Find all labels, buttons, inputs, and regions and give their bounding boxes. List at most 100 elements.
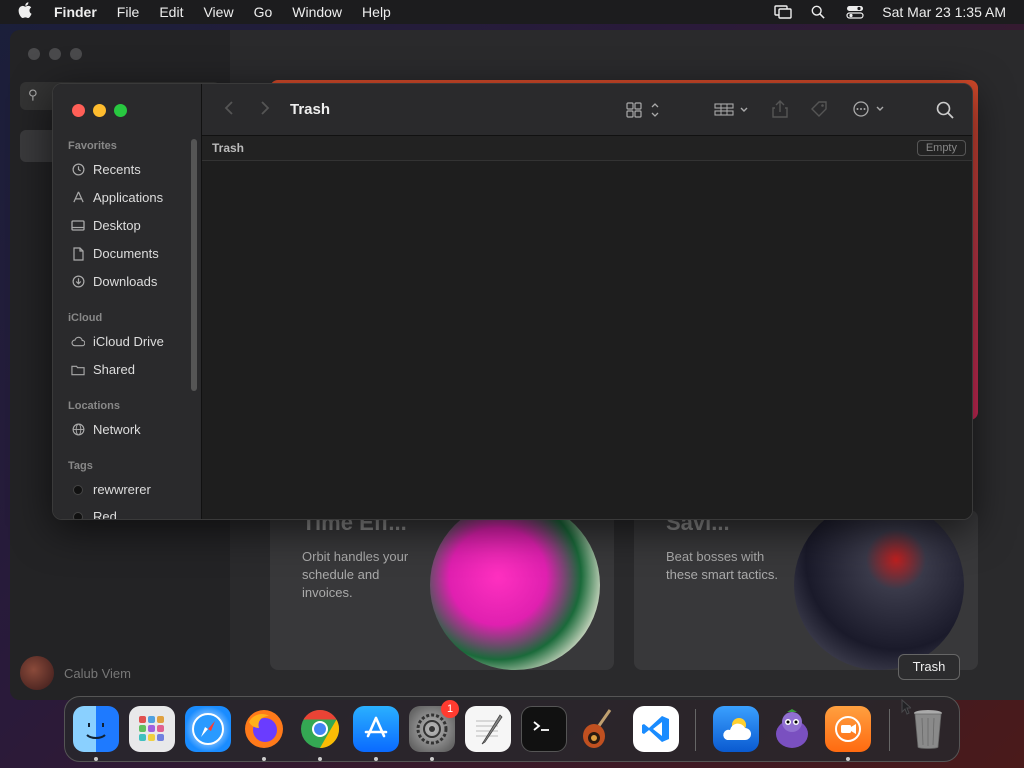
dock-separator	[695, 709, 696, 751]
group-icon	[714, 103, 748, 116]
user-name: Calub Viem	[64, 665, 131, 681]
sidebar-item-label: Recents	[93, 162, 141, 177]
zoom-button[interactable]	[114, 104, 127, 117]
sidebar-item-tag-red[interactable]: Red	[71, 509, 117, 519]
chevron-left-icon	[224, 101, 233, 115]
featured-card-2[interactable]: Savi... Beat bosses with these smart tac…	[634, 510, 978, 670]
sidebar-item-desktop[interactable]: Desktop	[71, 218, 141, 233]
sidebar-item-label: iCloud Drive	[93, 334, 164, 349]
app-store-icon[interactable]	[353, 706, 399, 752]
sidebar-item-documents[interactable]: Documents	[71, 246, 159, 261]
finder-sidebar: Favorites Recents Applications Desktop D…	[53, 84, 202, 519]
empty-trash-button[interactable]: Empty	[916, 140, 966, 156]
finder-toolbar: Trash	[202, 84, 972, 136]
spotlight-search-icon[interactable]	[810, 5, 828, 19]
trash-icon[interactable]	[905, 706, 951, 752]
search-icon	[936, 101, 954, 119]
running-indicator	[262, 757, 266, 761]
card-description: Orbit handles your schedule and invoices…	[302, 549, 409, 600]
notification-badge: 1	[441, 700, 459, 718]
sidebar-scrollbar[interactable]	[191, 139, 197, 391]
search-button[interactable]	[936, 101, 954, 124]
share-button[interactable]	[772, 100, 788, 123]
group-button[interactable]	[714, 102, 750, 123]
applications-icon	[71, 191, 85, 205]
sidebar-item-tag-rewwrerer[interactable]: rewwrerer	[71, 482, 151, 497]
sidebar-item-label: Desktop	[93, 218, 141, 233]
tag-button[interactable]	[810, 100, 828, 123]
desktop-icon	[71, 219, 85, 233]
shared-folder-icon	[71, 363, 85, 377]
sidebar-item-shared[interactable]: Shared	[71, 362, 135, 377]
chevron-right-icon	[261, 101, 270, 115]
game-character-icon[interactable]	[769, 706, 815, 752]
weather-icon[interactable]	[713, 706, 759, 752]
garageband-icon[interactable]	[577, 706, 623, 752]
menu-edit[interactable]: Edit	[159, 4, 183, 20]
menu-go[interactable]: Go	[254, 4, 273, 20]
sidebar-item-applications[interactable]: Applications	[71, 190, 163, 205]
minimize-button[interactable]	[93, 104, 106, 117]
chrome-icon[interactable]	[297, 706, 343, 752]
section-tags: Tags	[68, 460, 93, 472]
dock: 1	[64, 696, 960, 762]
sidebar-item-icloud-drive[interactable]: iCloud Drive	[71, 334, 164, 349]
back-button[interactable]	[224, 100, 234, 121]
card-illustration	[794, 510, 964, 670]
running-indicator	[94, 757, 98, 761]
dock-tooltip: Trash	[898, 654, 960, 680]
sidebar-item-label: Documents	[93, 246, 159, 261]
menu-bar: Finder File Edit View Go Window Help Sat…	[0, 0, 1024, 24]
clock[interactable]: Sat Mar 23 1:35 AM	[882, 4, 1006, 20]
clock-icon	[71, 163, 85, 177]
screen-recorder-icon[interactable]	[825, 706, 871, 752]
document-icon	[71, 246, 85, 261]
menu-file[interactable]: File	[117, 4, 140, 20]
running-indicator	[374, 757, 378, 761]
apple-menu-icon[interactable]	[18, 2, 38, 22]
card-illustration	[430, 510, 600, 670]
vscode-icon[interactable]	[633, 706, 679, 752]
safari-icon[interactable]	[185, 706, 231, 752]
background-user-account[interactable]: Calub Viem	[20, 656, 131, 690]
window-title: Trash	[290, 101, 331, 118]
cloud-icon	[71, 335, 85, 349]
featured-card-1[interactable]: Time Eff... Orbit handles your schedule …	[270, 510, 614, 670]
file-list-area[interactable]	[202, 161, 972, 519]
sidebar-item-label: Applications	[93, 190, 164, 205]
finder-window: Favorites Recents Applications Desktop D…	[52, 83, 973, 520]
system-settings-icon[interactable]: 1	[409, 700, 459, 752]
sidebar-item-downloads[interactable]: Downloads	[71, 274, 157, 289]
control-center-icon[interactable]	[846, 5, 864, 19]
sidebar-item-label: Downloads	[93, 274, 158, 289]
more-actions-button[interactable]	[852, 101, 888, 122]
tag-color-dot	[73, 511, 83, 519]
view-mode-button[interactable]	[626, 102, 660, 123]
finder-icon[interactable]	[73, 706, 119, 752]
download-icon	[71, 275, 85, 289]
card-description: Beat bosses with these smart tactics.	[666, 549, 778, 582]
sidebar-item-recents[interactable]: Recents	[71, 162, 141, 177]
app-menu[interactable]: Finder	[54, 4, 97, 20]
terminal-icon[interactable]	[521, 706, 567, 752]
launchpad-icon[interactable]	[129, 706, 175, 752]
menu-window[interactable]: Window	[292, 4, 342, 20]
icon-view-icon	[626, 102, 659, 118]
running-indicator	[846, 757, 850, 761]
forward-button[interactable]	[260, 100, 270, 121]
folder-label: Trash	[212, 141, 245, 155]
share-icon	[772, 100, 788, 118]
avatar	[20, 656, 54, 690]
menu-view[interactable]: View	[203, 4, 233, 20]
background-traffic-lights	[28, 48, 82, 60]
sidebar-item-network[interactable]: Network	[71, 422, 141, 437]
ellipsis-circle-icon	[853, 101, 884, 117]
menu-help[interactable]: Help	[362, 4, 391, 20]
search-icon: ⚲	[28, 87, 38, 102]
close-button[interactable]	[72, 104, 85, 117]
running-indicator	[318, 757, 322, 761]
firefox-icon[interactable]	[241, 706, 287, 752]
running-indicator	[430, 757, 434, 761]
textedit-icon[interactable]	[465, 706, 511, 752]
screen-mirroring-icon[interactable]	[774, 5, 792, 19]
